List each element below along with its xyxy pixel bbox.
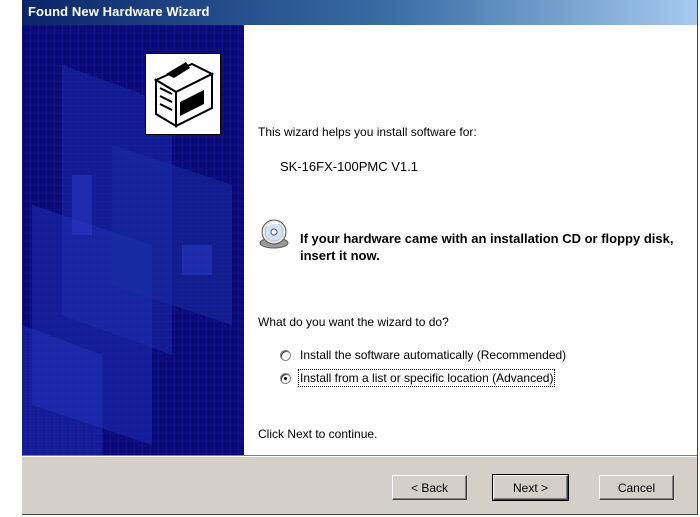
radio-install-automatically[interactable] [280, 349, 291, 361]
insert-notice: If your hardware came with an installati… [300, 231, 674, 263]
button-separator [22, 455, 697, 457]
radio-install-from-list[interactable] [280, 372, 291, 384]
next-button[interactable]: Next > [492, 474, 569, 501]
option-install-automatically[interactable]: Install the software automatically (Reco… [280, 346, 566, 364]
intro-text: This wizard helps you install software f… [258, 125, 477, 139]
device-name: SK-16FX-100PMC V1.1 [280, 159, 419, 174]
hardware-icon [145, 53, 221, 135]
wizard-content: This wizard helps you install software f… [258, 25, 688, 455]
cd-icon [258, 218, 290, 250]
window-title: Found New Hardware Wizard [28, 4, 210, 19]
option-install-from-list[interactable]: Install from a list or specific location… [280, 369, 556, 387]
question-text: What do you want the wizard to do? [258, 315, 449, 329]
wizard-body: This wizard helps you install software f… [22, 25, 697, 455]
option-label[interactable]: Install the software automatically (Reco… [300, 348, 566, 362]
cancel-button[interactable]: Cancel [599, 475, 674, 500]
wizard-side-panel [22, 25, 244, 455]
wizard-window: Found New Hardware Wizard This wizard he… [22, 0, 698, 515]
back-button[interactable]: < Back [392, 475, 467, 500]
title-bar[interactable]: Found New Hardware Wizard [22, 0, 697, 25]
option-label[interactable]: Install from a list or specific location… [297, 369, 556, 387]
continue-text: Click Next to continue. [258, 427, 378, 441]
